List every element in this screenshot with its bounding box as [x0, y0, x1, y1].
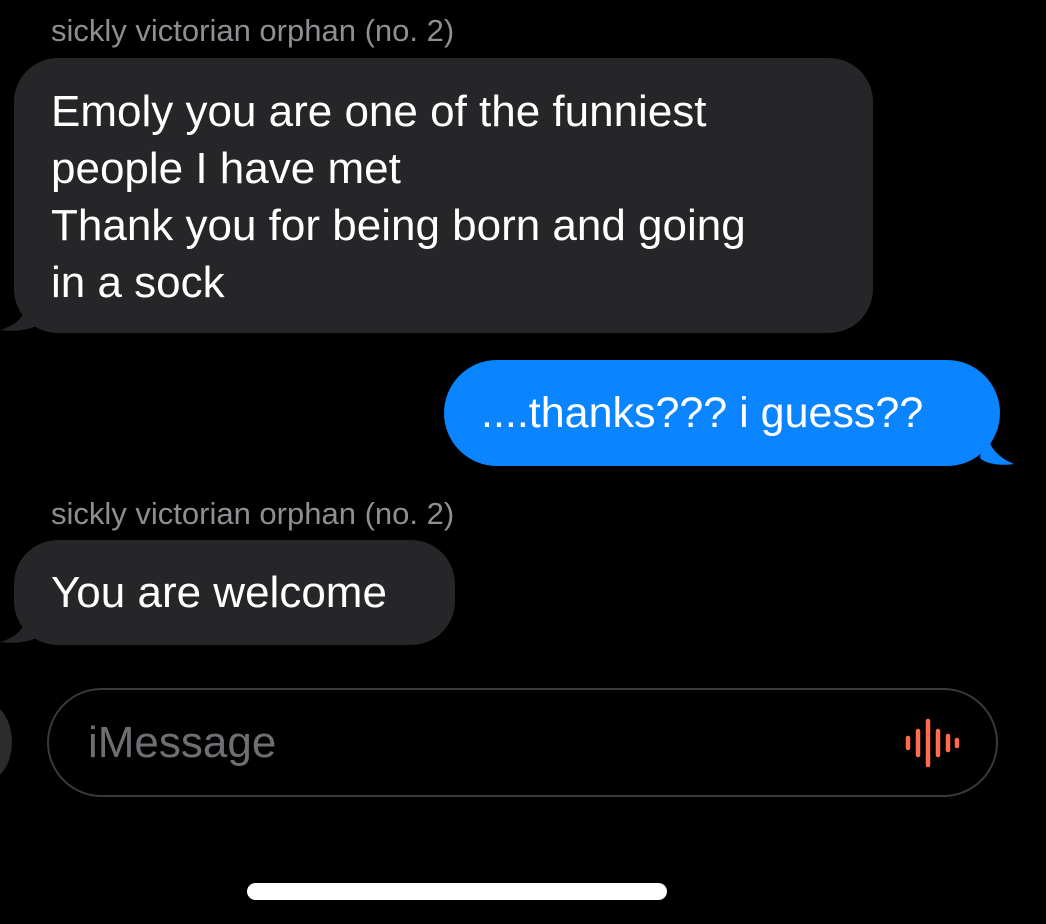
message-text-line: You are welcome [51, 568, 387, 617]
message-text-line: people I have met [51, 144, 401, 193]
apps-button[interactable] [0, 702, 12, 782]
message-bubble-incoming[interactable]: Emoly you are one of the funniest people… [14, 58, 873, 333]
waveform-icon[interactable] [902, 718, 962, 768]
message-text-line: in a sock [51, 258, 225, 307]
sender-name: sickly victorian orphan (no. 2) [51, 496, 455, 531]
message-bubble-incoming[interactable]: You are welcome [14, 540, 455, 645]
message-bubble-outgoing[interactable]: ....thanks??? i guess?? [444, 360, 1000, 466]
home-indicator[interactable] [247, 883, 667, 900]
message-text-line: Thank you for being born and going [51, 201, 746, 250]
message-text-line: ....thanks??? i guess?? [481, 389, 924, 437]
message-input[interactable]: iMessage [47, 688, 998, 797]
sender-name: sickly victorian orphan (no. 2) [51, 13, 455, 48]
message-text-line: Emoly you are one of the funniest [51, 87, 707, 136]
message-input-placeholder: iMessage [88, 718, 277, 767]
